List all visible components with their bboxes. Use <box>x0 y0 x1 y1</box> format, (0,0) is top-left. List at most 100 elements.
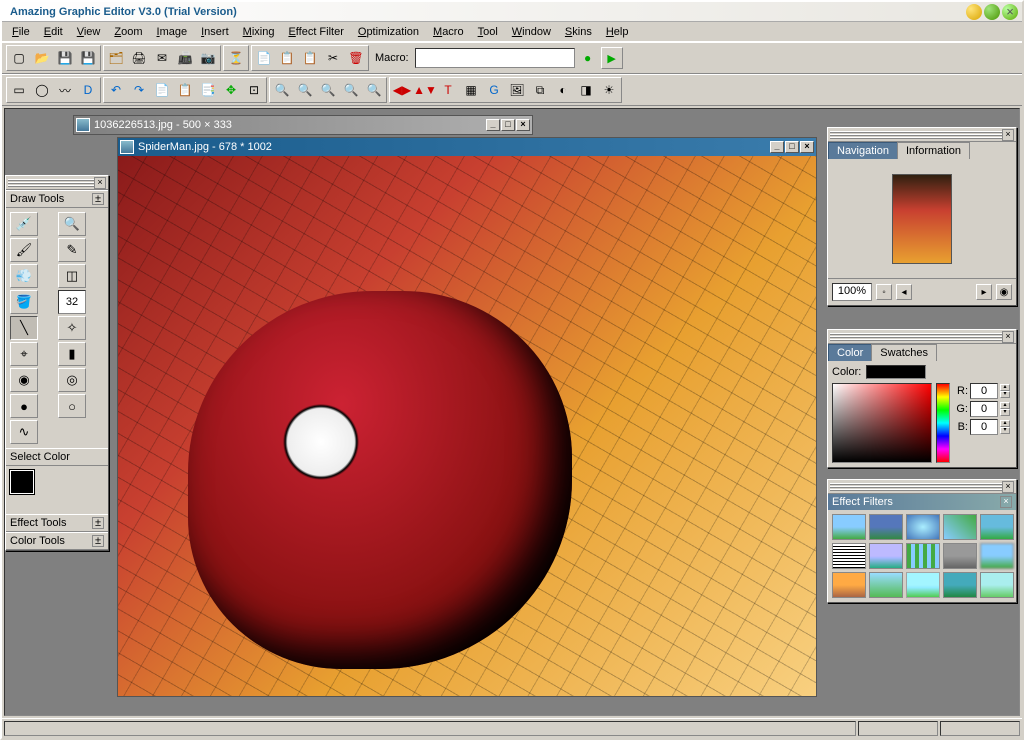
b-input[interactable] <box>970 419 998 435</box>
zoom-value[interactable]: 100% <box>832 283 872 301</box>
zoom-out-icon[interactable]: 🔍 <box>271 79 293 101</box>
zoom-out-nav-icon[interactable]: ◦ <box>876 284 892 300</box>
filter-thumb[interactable] <box>980 572 1014 598</box>
paste-icon[interactable]: 📋 <box>276 47 298 69</box>
cut-icon[interactable]: ✂ <box>322 47 344 69</box>
menu-optimization[interactable]: Optimization <box>352 24 425 40</box>
delete-icon[interactable]: 🗑 <box>345 47 367 69</box>
panel-close-icon[interactable]: × <box>94 177 106 189</box>
foreground-color-icon[interactable] <box>10 470 34 494</box>
line-icon[interactable]: ╲ <box>10 316 38 340</box>
redo-icon[interactable]: ↷ <box>128 79 150 101</box>
crop-icon[interactable]: ⊡ <box>243 79 265 101</box>
tb-paste-icon[interactable]: 📋 <box>174 79 196 101</box>
zoom-in-nav-icon[interactable]: ◉ <box>996 284 1012 300</box>
expand-icon[interactable]: ± <box>92 517 104 529</box>
doc1-minimize-icon[interactable]: _ <box>486 119 500 131</box>
capture-icon[interactable]: 📷 <box>197 47 219 69</box>
browse-icon[interactable]: 🗂 <box>105 47 127 69</box>
nav-thumbnail[interactable] <box>892 174 952 264</box>
menu-help[interactable]: Help <box>600 24 635 40</box>
select-d-icon[interactable]: D <box>77 79 99 101</box>
color-panel[interactable]: × Color Swatches Color: R:▴▾ G:▴▾ B:▴▾ <box>827 329 1017 468</box>
tb-duplicate-icon[interactable]: 📑 <box>197 79 219 101</box>
r-input[interactable] <box>970 383 998 399</box>
image-adjust-icon[interactable]: 🖼 <box>506 79 528 101</box>
tb-copy-icon[interactable]: 📄 <box>151 79 173 101</box>
filter-thumb[interactable] <box>943 514 977 540</box>
fill-icon[interactable]: 🪣 <box>10 290 38 314</box>
menu-macro[interactable]: Macro <box>427 24 470 40</box>
spin-up-icon[interactable]: ▴ <box>1000 384 1010 391</box>
panel-close-icon[interactable]: × <box>1000 496 1012 508</box>
menu-zoom[interactable]: Zoom <box>108 24 148 40</box>
menu-image[interactable]: Image <box>151 24 194 40</box>
filter-thumb[interactable] <box>832 572 866 598</box>
select-ellipse-icon[interactable]: ◯ <box>31 79 53 101</box>
filter-thumb[interactable] <box>832 543 866 569</box>
doc1-maximize-icon[interactable]: □ <box>501 119 515 131</box>
hue-slider[interactable] <box>936 383 950 463</box>
g-icon[interactable]: G <box>483 79 505 101</box>
menu-edit[interactable]: Edit <box>38 24 69 40</box>
print-icon[interactable]: 🖨 <box>128 47 150 69</box>
color-gradient-picker[interactable] <box>832 383 932 463</box>
move-icon[interactable]: ✥ <box>220 79 242 101</box>
document-window-1[interactable]: 1036226513.jpg - 500 × 333 _ □ × <box>73 115 533 135</box>
target-icon[interactable]: ◉ <box>10 368 38 392</box>
eyedropper-icon[interactable]: 💉 <box>10 212 38 236</box>
layers-icon[interactable]: ▦ <box>460 79 482 101</box>
spin-up-icon[interactable]: ▴ <box>1000 402 1010 409</box>
navigation-panel[interactable]: × Navigation Information 100% ◦ ◂ ▸ ◉ <box>827 127 1017 306</box>
close-button[interactable]: × <box>1002 4 1018 20</box>
filter-thumb[interactable] <box>906 572 940 598</box>
spin-down-icon[interactable]: ▾ <box>1000 427 1010 434</box>
spin-down-icon[interactable]: ▾ <box>1000 409 1010 416</box>
open-icon[interactable]: 📂 <box>31 47 53 69</box>
levels-icon[interactable]: ◨ <box>575 79 597 101</box>
color-preview[interactable] <box>866 365 926 379</box>
clone-icon[interactable]: ⌖ <box>10 342 38 366</box>
circle-icon[interactable]: ○ <box>58 394 86 418</box>
saveall-icon[interactable]: 💾 <box>77 47 99 69</box>
magnifier-icon[interactable]: 🔍 <box>58 212 86 236</box>
brush-size-input[interactable] <box>58 290 86 314</box>
color-swatch[interactable] <box>10 470 50 510</box>
filter-thumb[interactable] <box>980 543 1014 569</box>
pencil-icon[interactable]: ✎ <box>58 238 86 262</box>
doc2-maximize-icon[interactable]: □ <box>785 141 799 153</box>
minimize-button[interactable] <box>966 4 982 20</box>
menu-tool[interactable]: Tool <box>472 24 504 40</box>
mail-icon[interactable]: ✉ <box>151 47 173 69</box>
expand-icon[interactable]: ± <box>92 535 104 547</box>
nav-preview[interactable] <box>828 159 1016 279</box>
eraser-icon[interactable]: ◫ <box>58 264 86 288</box>
flip-v-icon[interactable]: ▲▼ <box>414 79 436 101</box>
filter-thumb[interactable] <box>943 572 977 598</box>
tab-information[interactable]: Information <box>897 142 970 159</box>
document-window-2[interactable]: SpiderMan.jpg - 678 * 1002 _ □ × <box>117 137 817 697</box>
effect-filters-panel[interactable]: × Effect Filters × <box>827 479 1017 603</box>
filter-thumb[interactable] <box>906 543 940 569</box>
save-icon[interactable]: 💾 <box>54 47 76 69</box>
curve-icon[interactable]: ∿ <box>10 420 38 444</box>
menu-mixing[interactable]: Mixing <box>237 24 281 40</box>
tab-navigation[interactable]: Navigation <box>828 142 898 159</box>
scan-icon[interactable]: 📠 <box>174 47 196 69</box>
target2-icon[interactable]: ◎ <box>58 368 86 392</box>
filter-thumb[interactable] <box>980 514 1014 540</box>
canvas[interactable] <box>118 156 816 696</box>
text-icon[interactable]: T <box>437 79 459 101</box>
undo-icon[interactable]: ↶ <box>105 79 127 101</box>
zoom-100-icon[interactable]: 🔍 <box>340 79 362 101</box>
filter-thumb[interactable] <box>869 514 903 540</box>
timer-icon[interactable]: ⏳ <box>225 47 247 69</box>
filter-thumb[interactable] <box>832 514 866 540</box>
gradient-icon[interactable]: ▮ <box>58 342 86 366</box>
maximize-button[interactable] <box>984 4 1000 20</box>
menu-view[interactable]: View <box>71 24 107 40</box>
tab-color[interactable]: Color <box>828 344 872 361</box>
filter-thumb[interactable] <box>869 572 903 598</box>
zoom-slider-left-icon[interactable]: ◂ <box>896 284 912 300</box>
spray-icon[interactable]: 💨 <box>10 264 38 288</box>
